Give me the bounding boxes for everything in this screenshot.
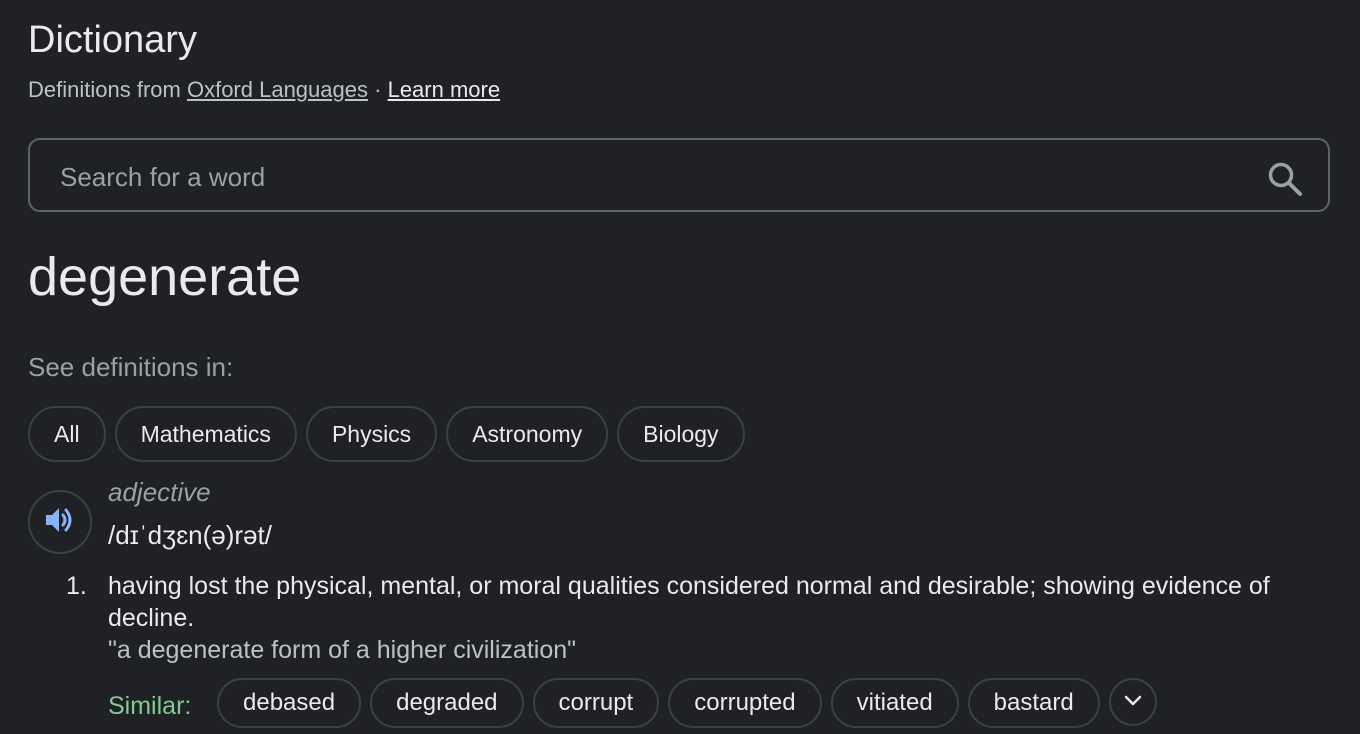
- similar-chip-vitiated[interactable]: vitiated: [830, 678, 959, 728]
- separator-dot: ·: [374, 77, 382, 102]
- definition-text: having lost the physical, mental, or mor…: [108, 572, 1270, 632]
- filter-chip-all[interactable]: All: [28, 406, 106, 462]
- filter-chip-astronomy[interactable]: Astronomy: [446, 406, 609, 462]
- oxford-languages-link[interactable]: Oxford Languages: [187, 77, 368, 102]
- pronunciation-audio-button[interactable]: [28, 490, 92, 554]
- source-prefix: Definitions from: [28, 77, 181, 102]
- part-of-speech: adjective: [108, 477, 211, 507]
- source-line: Definitions from Oxford Languages · Lear…: [28, 76, 500, 104]
- headword: degenerate: [28, 247, 302, 307]
- similar-chip-corrupt[interactable]: corrupt: [532, 678, 660, 728]
- similar-chip-degraded[interactable]: degraded: [370, 678, 524, 728]
- definition-filter-chips: All Mathematics Physics Astronomy Biolog…: [28, 406, 745, 462]
- filter-chip-biology[interactable]: Biology: [617, 406, 745, 462]
- similar-chip-bastard[interactable]: bastard: [967, 678, 1100, 728]
- learn-more-link[interactable]: Learn more: [388, 77, 501, 102]
- search-box: [28, 138, 1330, 212]
- chevron-down-icon: [1123, 693, 1143, 712]
- similar-words: debased degraded corrupt corrupted vitia…: [217, 678, 1157, 728]
- definition-example: "a degenerate form of a higher civilizat…: [108, 636, 577, 664]
- page-title: Dictionary: [28, 19, 197, 61]
- similar-chip-debased[interactable]: debased: [217, 678, 362, 728]
- search-input[interactable]: [58, 154, 1242, 200]
- similar-chip-corrupted[interactable]: corrupted: [668, 678, 822, 728]
- see-definitions-label: See definitions in:: [28, 352, 234, 382]
- speaker-icon: [44, 505, 76, 540]
- filter-chip-mathematics[interactable]: Mathematics: [114, 406, 297, 462]
- pronunciation-text: /dɪˈdʒɛn(ə)rət/: [108, 520, 272, 550]
- search-icon[interactable]: [1266, 160, 1304, 198]
- expand-similar-button[interactable]: [1108, 678, 1157, 726]
- definition-number: 1.: [66, 572, 87, 600]
- similar-label: Similar:: [108, 692, 192, 720]
- filter-chip-physics[interactable]: Physics: [305, 406, 438, 462]
